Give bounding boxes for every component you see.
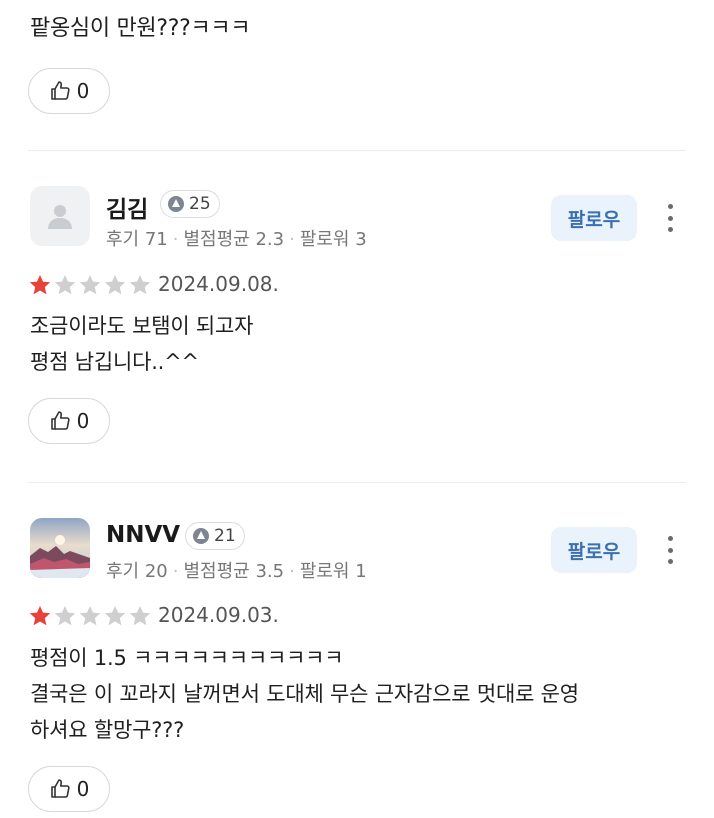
follow-button[interactable]: 팔로우 bbox=[551, 527, 637, 573]
star-empty-icon bbox=[129, 275, 151, 295]
like-button[interactable]: 0 bbox=[28, 766, 110, 812]
star-empty-icon bbox=[54, 606, 76, 626]
review-text: 조금이라도 보탬이 되고자 평점 남깁니다..^^ bbox=[30, 314, 254, 374]
star-empty-icon bbox=[129, 606, 151, 626]
reviewer-name[interactable]: 김김 bbox=[106, 190, 148, 224]
thumbs-up-icon bbox=[50, 411, 70, 430]
star-empty-icon bbox=[79, 606, 101, 626]
separator: · bbox=[289, 561, 295, 582]
like-count: 0 bbox=[76, 79, 90, 103]
separator: · bbox=[172, 561, 179, 582]
level-badge: 21 bbox=[185, 522, 245, 550]
reviewer-stats: 후기 71 · 별점평균 2.3 · 팔로워 3 bbox=[106, 225, 367, 251]
like-count: 0 bbox=[76, 777, 90, 801]
level-badge: 25 bbox=[160, 190, 220, 218]
review-count: 후기 20 bbox=[106, 561, 168, 582]
star-rating bbox=[28, 604, 152, 628]
separator: · bbox=[289, 229, 295, 250]
review-text: 평점이 1.5 ㅋㅋㅋㅋㅋㅋㅋㅋㅋㅋㅋ 결국은 이 꼬라지 날꺼면서 도대체 무… bbox=[30, 646, 579, 742]
star-empty-icon bbox=[54, 275, 76, 295]
level-number: 25 bbox=[189, 194, 211, 214]
reviewer-stats: 후기 20 · 별점평균 3.5 · 팔로워 1 bbox=[106, 557, 367, 583]
separator: · bbox=[172, 229, 179, 250]
star-empty-icon bbox=[104, 275, 126, 295]
star-empty-icon bbox=[104, 606, 126, 626]
star-empty-icon bbox=[79, 275, 101, 295]
review-text: 팥옹심이 만원???ㅋㅋㅋ bbox=[30, 16, 251, 41]
review-count: 후기 71 bbox=[106, 229, 168, 250]
level-number: 21 bbox=[214, 526, 236, 546]
like-button[interactable]: 0 bbox=[28, 68, 110, 114]
star-rating bbox=[28, 273, 152, 297]
star-filled-icon bbox=[29, 606, 51, 626]
follower-count: 팔로워 1 bbox=[299, 561, 367, 582]
follower-count: 팔로워 3 bbox=[299, 229, 367, 250]
avatar[interactable] bbox=[30, 518, 90, 578]
level-icon bbox=[193, 528, 209, 544]
review-date: 2024.09.03. bbox=[158, 603, 279, 627]
thumbs-up-icon bbox=[50, 779, 70, 798]
avatar[interactable] bbox=[30, 186, 90, 246]
review-date: 2024.09.08. bbox=[158, 272, 279, 296]
reviewer-name[interactable]: NNVV bbox=[106, 522, 180, 548]
default-user-icon bbox=[48, 205, 72, 229]
divider bbox=[28, 150, 686, 151]
like-button[interactable]: 0 bbox=[28, 398, 110, 444]
more-options-icon[interactable] bbox=[658, 200, 682, 236]
landscape-photo bbox=[30, 518, 90, 578]
level-icon bbox=[168, 196, 184, 212]
average-rating: 별점평균 3.5 bbox=[183, 561, 285, 582]
follow-button[interactable]: 팔로우 bbox=[551, 195, 637, 241]
average-rating: 별점평균 2.3 bbox=[183, 229, 285, 250]
like-count: 0 bbox=[76, 409, 90, 433]
divider bbox=[28, 482, 686, 483]
thumbs-up-icon bbox=[50, 81, 70, 100]
star-filled-icon bbox=[29, 275, 51, 295]
more-options-icon[interactable] bbox=[658, 532, 682, 568]
